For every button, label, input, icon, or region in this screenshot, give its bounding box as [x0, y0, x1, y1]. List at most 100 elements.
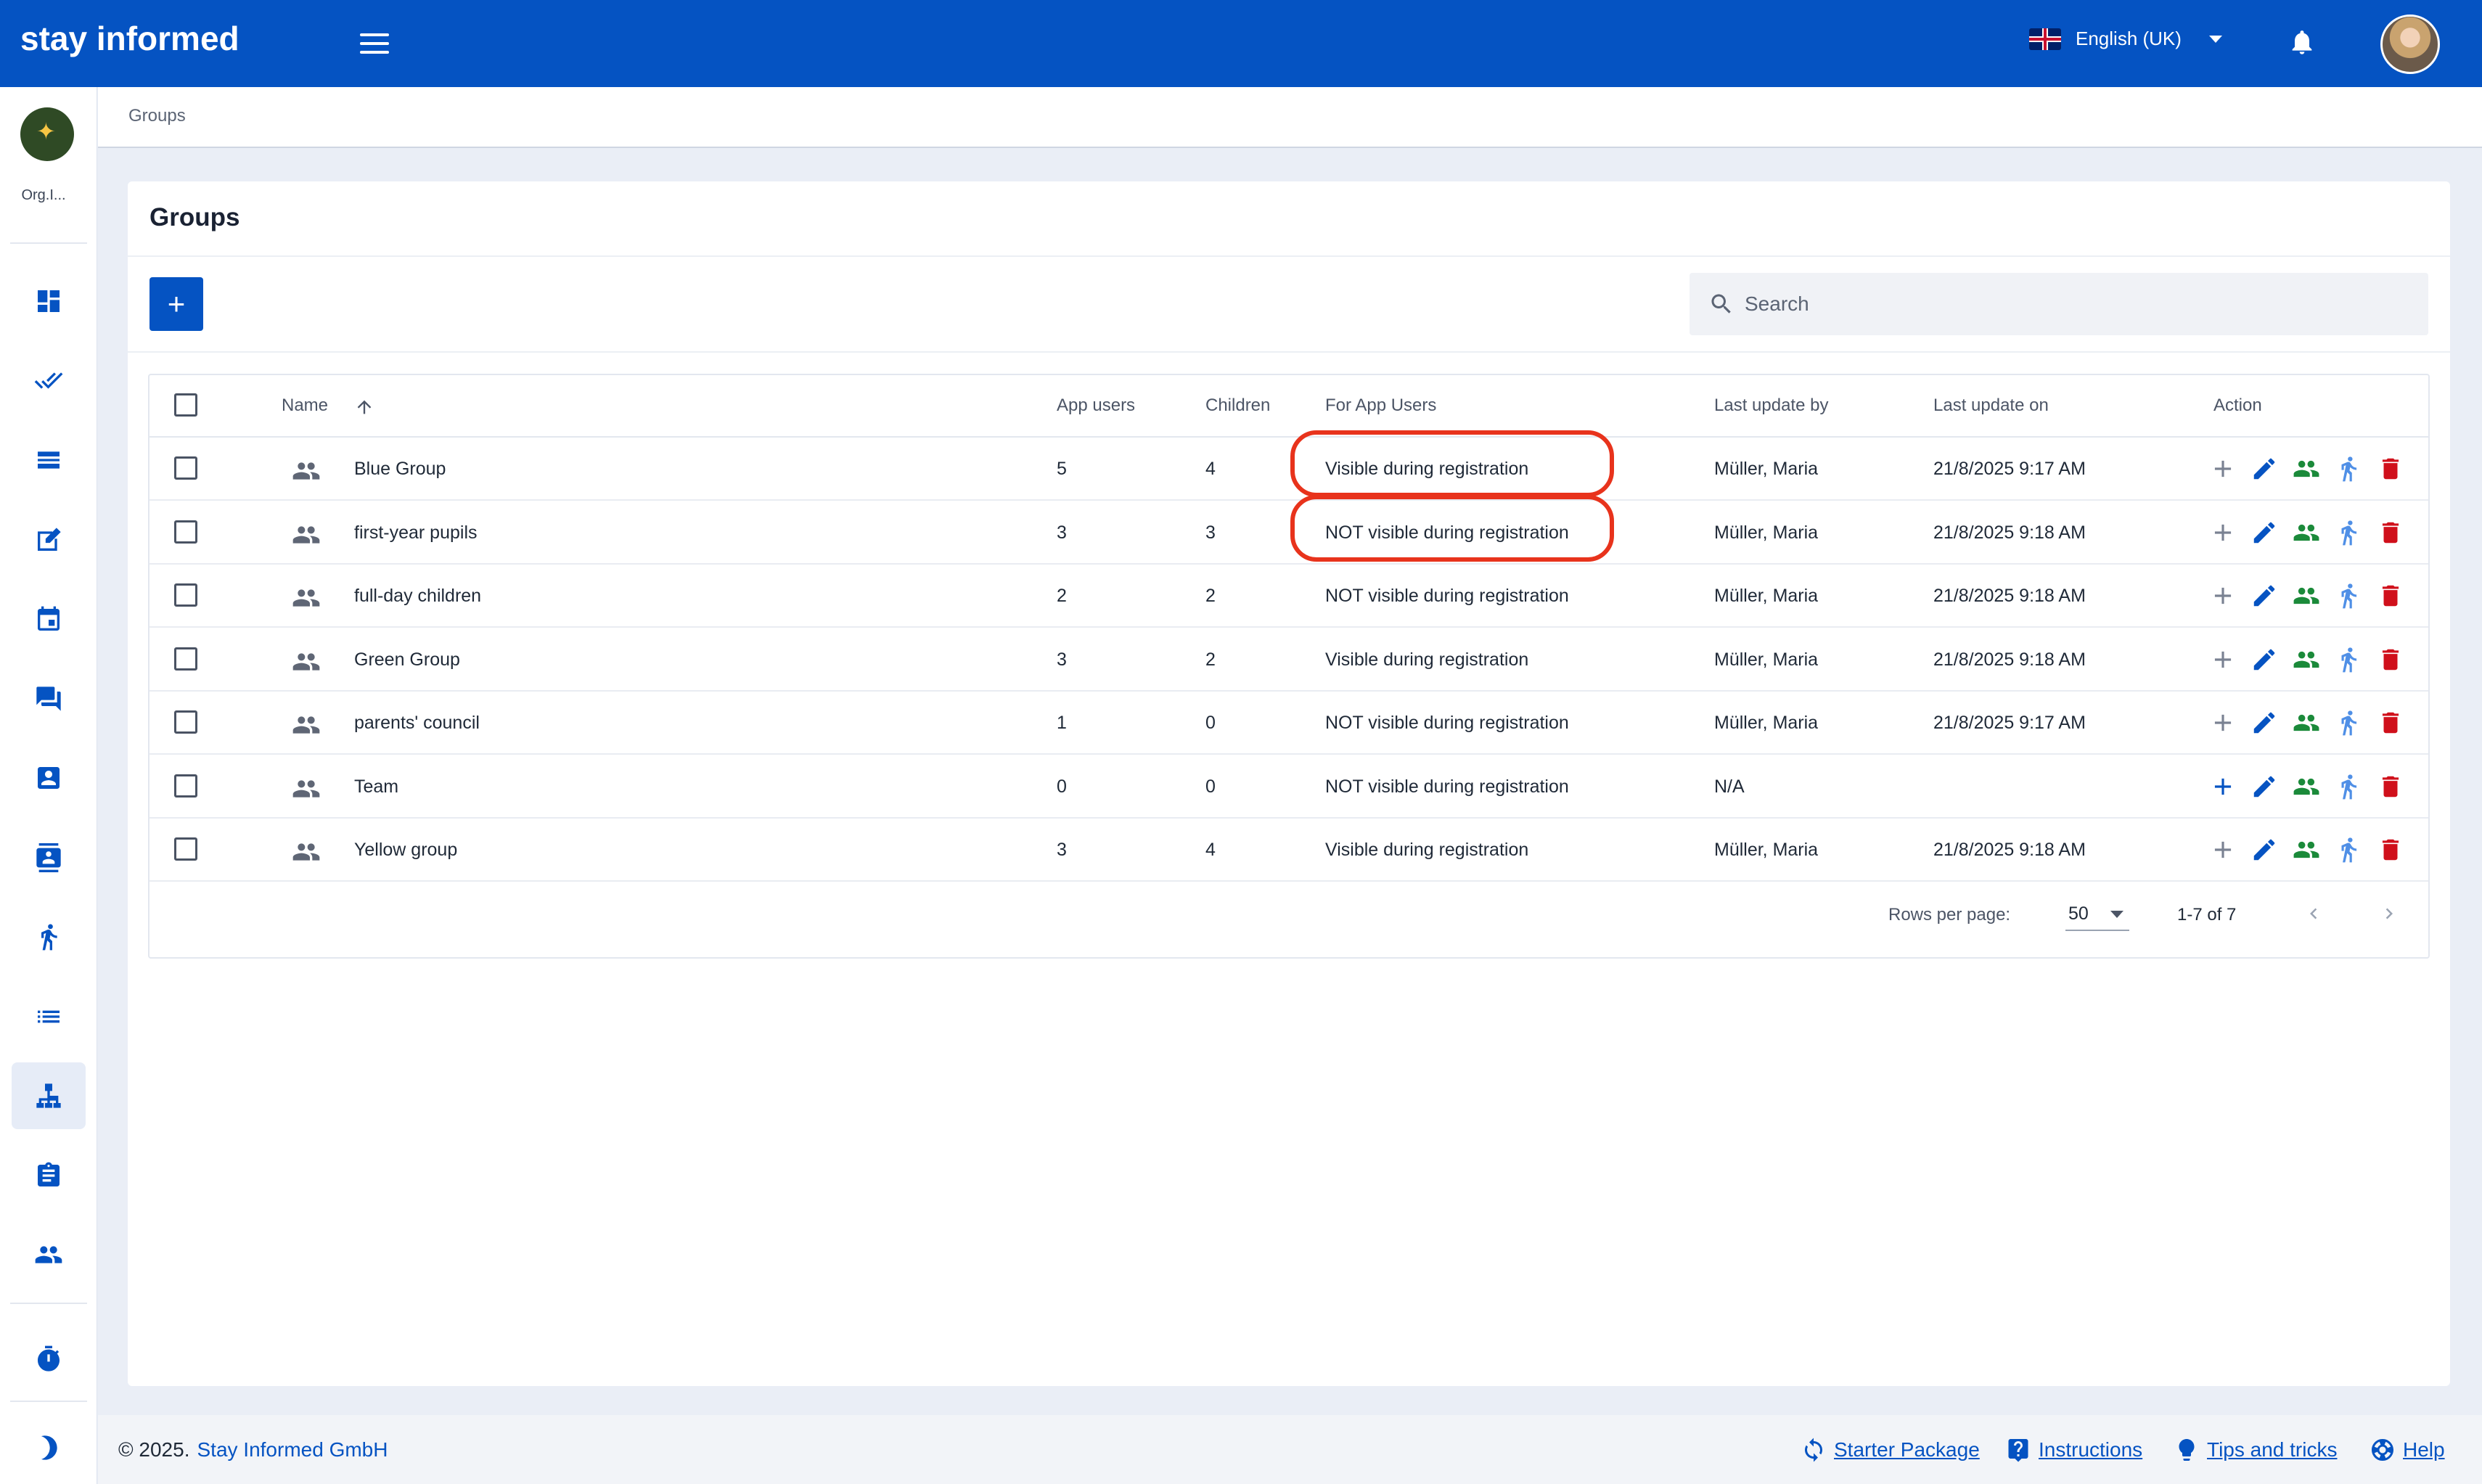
edit-icon[interactable]	[2250, 836, 2278, 864]
members-icon[interactable]	[2293, 709, 2320, 737]
news-list-icon[interactable]	[12, 427, 86, 493]
chat-icon[interactable]	[12, 665, 86, 732]
calendar-icon[interactable]	[12, 586, 86, 653]
last-update-by: N/A	[1714, 776, 1745, 797]
add-icon[interactable]	[2209, 836, 2237, 864]
table-row[interactable]: Yellow group 3 4 Visible during registratio…	[150, 819, 2428, 882]
starter-package-link[interactable]: Starter Package	[1801, 1437, 1980, 1463]
child-icon[interactable]	[2335, 455, 2362, 483]
edit-icon[interactable]	[2250, 709, 2278, 737]
menu-icon[interactable]	[360, 33, 389, 55]
table-row[interactable]: full-day children 2 2 NOT visible during re…	[150, 565, 2428, 628]
contact-list-icon[interactable]	[12, 824, 86, 891]
add-group-button[interactable]: +	[150, 277, 203, 331]
add-icon[interactable]	[2209, 455, 2237, 483]
search-input[interactable]	[1745, 292, 2398, 316]
previous-page-button[interactable]	[2298, 898, 2330, 930]
child-icon[interactable]	[2335, 836, 2362, 864]
members-icon[interactable]	[2293, 519, 2320, 546]
sort-arrow-up-icon[interactable]	[354, 397, 374, 417]
members-icon[interactable]	[2293, 582, 2320, 610]
delete-icon[interactable]	[2377, 646, 2404, 673]
edit-icon[interactable]	[2250, 455, 2278, 483]
people-icon[interactable]	[12, 1221, 86, 1288]
group-name[interactable]: first-year pupils	[354, 522, 478, 544]
group-name[interactable]: full-day children	[354, 586, 481, 607]
table-row[interactable]: Team 0 0 NOT visible during registration N/A	[150, 755, 2428, 819]
edit-icon[interactable]	[2250, 773, 2278, 800]
children-count: 3	[1205, 522, 1216, 543]
child-icon[interactable]	[12, 903, 86, 970]
last-update-by: Müller, Maria	[1714, 459, 1819, 479]
add-icon[interactable]	[2209, 582, 2237, 610]
groups-hierarchy-icon[interactable]	[12, 1062, 86, 1129]
group-name[interactable]: Team	[354, 776, 398, 798]
select-all-checkbox[interactable]	[174, 393, 197, 417]
dark-mode-icon[interactable]	[12, 1414, 86, 1481]
edit-note-icon[interactable]	[12, 507, 86, 573]
table-row[interactable]: parents' council 1 0 NOT visible during reg…	[150, 692, 2428, 755]
column-for-app-users[interactable]: For App Users	[1325, 395, 1436, 416]
child-icon[interactable]	[2335, 709, 2362, 737]
delete-icon[interactable]	[2377, 519, 2404, 546]
child-icon[interactable]	[2335, 519, 2362, 546]
column-last-update-by[interactable]: Last update by	[1714, 395, 1828, 416]
members-icon[interactable]	[2293, 773, 2320, 800]
language-selector[interactable]: English (UK)	[2029, 28, 2222, 50]
row-checkbox[interactable]	[174, 520, 197, 544]
child-icon[interactable]	[2335, 646, 2362, 673]
dashboard-icon[interactable]	[12, 268, 86, 335]
child-icon[interactable]	[2335, 773, 2362, 800]
edit-icon[interactable]	[2250, 519, 2278, 546]
timer-icon[interactable]	[12, 1326, 86, 1393]
org-logo[interactable]	[20, 107, 74, 161]
row-checkbox[interactable]	[174, 710, 197, 734]
list-icon[interactable]	[12, 983, 86, 1050]
row-checkbox[interactable]	[174, 647, 197, 671]
column-children[interactable]: Children	[1205, 395, 1270, 416]
child-icon[interactable]	[2335, 582, 2362, 610]
table-row[interactable]: Green Group 3 2 Visible during registration…	[150, 628, 2428, 692]
row-checkbox[interactable]	[174, 583, 197, 607]
edit-icon[interactable]	[2250, 582, 2278, 610]
delete-icon[interactable]	[2377, 455, 2404, 483]
bell-icon[interactable]	[2288, 26, 2317, 58]
clipboard-icon[interactable]	[12, 1142, 86, 1209]
delete-icon[interactable]	[2377, 773, 2404, 800]
search-field[interactable]	[1690, 273, 2428, 335]
delete-icon[interactable]	[2377, 582, 2404, 610]
delete-icon[interactable]	[2377, 836, 2404, 864]
add-icon[interactable]	[2209, 646, 2237, 673]
app-users-count: 2	[1057, 586, 1067, 606]
group-name[interactable]: Yellow group	[354, 840, 457, 861]
add-icon[interactable]	[2209, 519, 2237, 546]
instructions-link[interactable]: Instructions	[2005, 1437, 2142, 1463]
next-page-button[interactable]	[2373, 898, 2405, 930]
table-row[interactable]: Blue Group 5 4 Visible during registration M…	[150, 438, 2428, 501]
add-icon[interactable]	[2209, 773, 2237, 800]
help-link[interactable]: Help	[2370, 1437, 2445, 1463]
contact-card-icon[interactable]	[12, 745, 86, 811]
row-checkbox[interactable]	[174, 456, 197, 480]
user-avatar[interactable]	[2380, 15, 2440, 74]
column-last-update-on[interactable]: Last update on	[1933, 395, 2049, 416]
members-icon[interactable]	[2293, 646, 2320, 673]
members-icon[interactable]	[2293, 836, 2320, 864]
edit-icon[interactable]	[2250, 646, 2278, 673]
group-icon	[292, 837, 321, 861]
brand-logo[interactable]: stay informed	[20, 19, 239, 58]
column-app-users[interactable]: App users	[1057, 395, 1135, 416]
tips-and-tricks-link[interactable]: Tips and tricks	[2174, 1437, 2337, 1463]
rows-per-page-select[interactable]: 50	[2065, 902, 2129, 931]
add-icon[interactable]	[2209, 709, 2237, 737]
group-name[interactable]: Green Group	[354, 649, 460, 671]
delete-icon[interactable]	[2377, 709, 2404, 737]
done-all-icon[interactable]	[12, 347, 86, 414]
group-name[interactable]: parents' council	[354, 713, 480, 734]
row-checkbox[interactable]	[174, 774, 197, 798]
members-icon[interactable]	[2293, 455, 2320, 483]
group-name[interactable]: Blue Group	[354, 459, 446, 480]
row-checkbox[interactable]	[174, 837, 197, 861]
table-row[interactable]: first-year pupils 3 3 NOT visible during re…	[150, 501, 2428, 565]
column-name[interactable]: Name	[282, 395, 328, 416]
